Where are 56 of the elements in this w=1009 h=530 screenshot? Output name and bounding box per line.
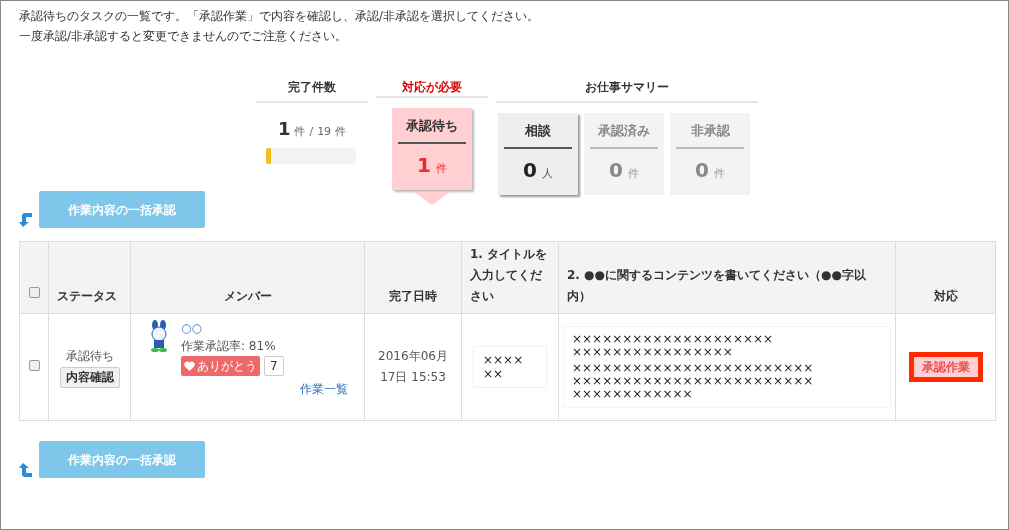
- approval-rate-text: 作業承認率: 81%: [181, 338, 277, 355]
- status-text: 承認待ち: [65, 347, 114, 365]
- answer-text: ××××××××××××××××××××××××: [572, 375, 815, 388]
- answer-text: ××××: [483, 353, 525, 367]
- card-count: 1: [417, 152, 431, 180]
- instruction-text: 承認待ちのタスクの一覧です。「承認作業」で内容を確認し、承認/非承認を選択してください。: [19, 9, 540, 23]
- unit-label: 件: [713, 166, 725, 182]
- separator-text: /: [309, 124, 314, 140]
- summary-card[interactable]: 承認待ち 1 件: [392, 108, 472, 191]
- answer-text: ××××××××××××××××××××××××: [572, 362, 815, 375]
- answer-text: ××××××××××××××××: [572, 346, 734, 359]
- section-heading: お仕事サマリー: [496, 79, 758, 103]
- pointer-triangle: [414, 192, 450, 206]
- card-label: 相談: [525, 123, 551, 139]
- unit-label: 件: [294, 124, 306, 140]
- member-name-link[interactable]: ○○: [181, 320, 348, 336]
- column-header: メンバー: [223, 289, 272, 303]
- thanks-count: 7: [264, 356, 284, 376]
- card-count: 0: [695, 157, 709, 184]
- card-label: 非承認: [690, 123, 730, 139]
- instruction-text: 一度承認/非承認すると変更できませんのでご注意ください。: [19, 29, 348, 43]
- column-header: 完了日時: [389, 289, 437, 303]
- card-count: 0: [609, 157, 623, 184]
- card-label: 承認済み: [598, 123, 650, 139]
- curved-arrow-icon: [19, 212, 33, 228]
- approve-work-button[interactable]: 承認作業: [908, 352, 983, 382]
- curved-arrow-icon: [19, 462, 33, 478]
- bulk-approve-button[interactable]: 作業内容の一括承認: [39, 441, 205, 478]
- summary-card[interactable]: 非承認 0 件: [670, 113, 750, 195]
- answer-text: ××××××××××××: [572, 388, 694, 401]
- summary-card[interactable]: 相談 0 人: [498, 113, 578, 195]
- card-label: 承認待ち: [406, 118, 458, 135]
- task-list-link[interactable]: 作業一覧: [300, 380, 348, 398]
- unit-label: 件: [335, 124, 347, 140]
- summary-card[interactable]: 承認済み 0 件: [584, 113, 664, 195]
- column-header: ステータス: [57, 289, 117, 303]
- section-heading: 完了件数: [256, 79, 368, 103]
- checkbox[interactable]: [28, 287, 40, 298]
- column-header: 2. ●●に関するコンテンツを書いてください（●●字以内）: [567, 268, 866, 303]
- completed-count: 1: [277, 117, 291, 141]
- column-header: 対応: [933, 289, 958, 303]
- answer-text: ××: [483, 367, 505, 381]
- completion-date: 2016年06月17日 15:53: [378, 349, 448, 384]
- bulk-approve-button[interactable]: 作業内容の一括承認: [39, 191, 205, 228]
- detail-button[interactable]: 内容確認: [59, 366, 120, 388]
- answer-text: ××××××××××××××××××××: [572, 333, 775, 346]
- checkbox[interactable]: [28, 360, 40, 371]
- card-count: 0: [523, 157, 537, 184]
- thanks-button[interactable]: ありがとう: [181, 356, 260, 376]
- unit-label: 件: [435, 161, 447, 178]
- total-count: 19: [317, 124, 332, 140]
- unit-label: 人: [541, 166, 553, 182]
- section-heading: 対応が必要: [376, 79, 488, 99]
- column-header: 1. タイトルを入力してください: [470, 247, 548, 303]
- heart-icon: [184, 361, 195, 371]
- unit-label: 件: [627, 166, 639, 182]
